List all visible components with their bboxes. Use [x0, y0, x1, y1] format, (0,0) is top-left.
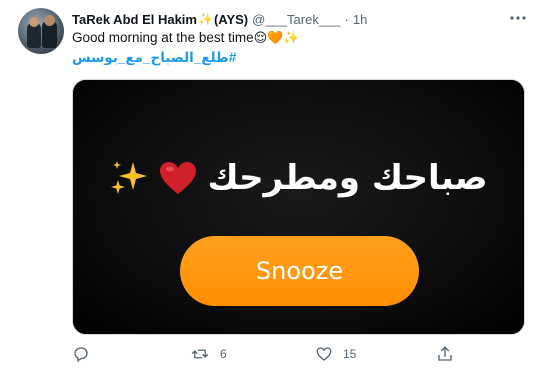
- reply-icon: [72, 345, 90, 363]
- author-handle[interactable]: @___Tarek___: [252, 12, 340, 27]
- sparkles-icon: [109, 158, 149, 198]
- media-arabic-text: صباحك ومطرحك: [207, 158, 488, 198]
- avatar[interactable]: [18, 8, 64, 54]
- tweet-card[interactable]: TaRek Abd El Hakim ✨ (AYS) @___Tarek___ …: [0, 0, 540, 377]
- tweet-text-body: Good morning at the best time: [72, 30, 254, 45]
- retweet-icon: [190, 345, 210, 363]
- more-options-icon[interactable]: [508, 10, 528, 26]
- share-button[interactable]: [436, 342, 454, 366]
- like-count: 15: [343, 347, 357, 361]
- tweet-text-emojis: 😌🧡✨: [253, 30, 300, 45]
- share-icon: [436, 345, 454, 363]
- tweet-text: Good morning at the best time😌🧡✨: [72, 30, 300, 46]
- tweet-media-image[interactable]: صباحك ومطرحك Snooze: [72, 79, 525, 335]
- heart-icon: [159, 161, 197, 195]
- tweet-actions: 6 15: [72, 342, 532, 366]
- heart-outline-icon: [315, 345, 333, 363]
- author-display-name[interactable]: TaRek Abd El Hakim: [72, 12, 197, 27]
- hashtag-link[interactable]: #طلع_الصباح_مع_بوسس: [72, 50, 236, 66]
- tweet-timestamp[interactable]: 1h: [353, 12, 367, 27]
- media-caption: صباحك ومطرحك: [73, 158, 524, 198]
- retweet-count: 6: [220, 347, 227, 361]
- tweet-header: TaRek Abd El Hakim ✨ (AYS) @___Tarek___ …: [72, 10, 367, 28]
- snooze-button: Snooze: [180, 236, 419, 306]
- retweet-button[interactable]: 6: [190, 342, 227, 366]
- author-name-suffix[interactable]: (AYS): [214, 12, 248, 27]
- separator-dot: ·: [344, 11, 349, 27]
- reply-button[interactable]: [72, 342, 100, 366]
- sparkle-icon: ✨: [197, 12, 213, 26]
- like-button[interactable]: 15: [315, 342, 356, 366]
